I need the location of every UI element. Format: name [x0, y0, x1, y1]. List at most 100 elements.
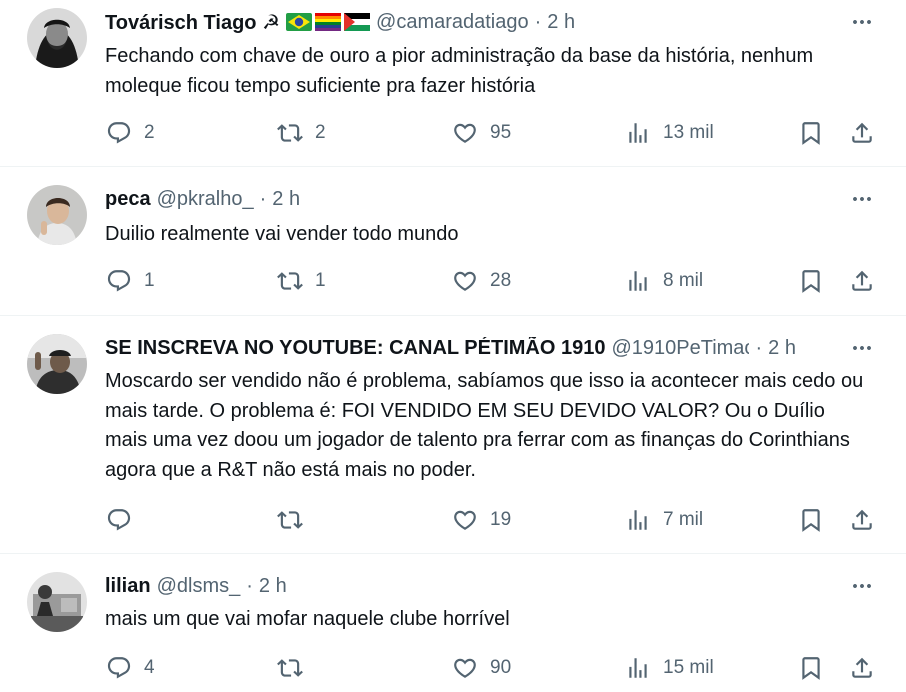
retweet-button[interactable]: [277, 505, 315, 535]
like-count: 95: [490, 122, 512, 143]
reply-icon: [106, 507, 132, 533]
display-name[interactable]: SE INSCREVA NO YOUTUBE: CANAL PÉTIMÃO 19…: [105, 337, 605, 360]
reply-icon: [106, 120, 132, 146]
retweet-count: 2: [315, 122, 326, 143]
share-icon: [849, 268, 875, 294]
avatar[interactable]: [27, 572, 87, 632]
view-count: 13 mil: [663, 122, 714, 143]
reply-count: 2: [144, 122, 155, 143]
bookmark-icon: [798, 120, 824, 146]
retweet-count: 1: [315, 270, 326, 291]
avatar-image: [27, 8, 87, 68]
view-count: 15 mil: [663, 657, 714, 678]
retweet-button[interactable]: 2: [277, 118, 326, 148]
tweet-text: Moscardo ser vendido não é problema, sab…: [105, 370, 864, 481]
like-button[interactable]: 90: [452, 653, 511, 683]
more-options-button[interactable]: [848, 8, 876, 36]
reply-icon: [106, 655, 132, 681]
user-handle[interactable]: @camaradatiago: [376, 11, 529, 34]
user-handle[interactable]: @dlsms_: [157, 575, 241, 598]
retweet-icon: [277, 507, 303, 533]
avatar-image: [27, 185, 87, 245]
share-button[interactable]: [849, 118, 875, 148]
views-chart-icon: [625, 655, 651, 681]
separator-dot: ·: [246, 574, 253, 597]
more-options-button[interactable]: [848, 185, 876, 213]
display-name[interactable]: lilian: [105, 575, 151, 598]
bookmark-button[interactable]: [798, 505, 824, 535]
more-dots-icon: [850, 10, 874, 34]
bookmark-icon: [798, 507, 824, 533]
heart-icon: [452, 655, 478, 681]
more-dots-icon: [850, 336, 874, 360]
share-icon: [849, 120, 875, 146]
tweet-actions: 2 2 95 13 mil: [0, 118, 906, 148]
bookmark-button[interactable]: [798, 266, 824, 296]
bookmark-icon: [798, 268, 824, 294]
more-options-button[interactable]: [848, 334, 876, 362]
separator-dot: ·: [259, 187, 267, 210]
more-dots-icon: [850, 187, 874, 211]
timestamp[interactable]: 2 h: [272, 188, 300, 211]
tweet-header: Továrisch Tiago ☭ @camaradatiago · 2 h: [105, 8, 846, 36]
separator-dot: ·: [755, 336, 763, 359]
timeline-feed: Továrisch Tiago ☭ @camaradatiago · 2 h F…: [0, 0, 906, 692]
views-button[interactable]: 7 mil: [625, 505, 703, 535]
share-icon: [849, 507, 875, 533]
like-button[interactable]: 95: [452, 118, 511, 148]
reply-button[interactable]: 4: [106, 653, 155, 683]
views-chart-icon: [625, 268, 651, 294]
like-button[interactable]: 19: [452, 505, 511, 535]
tweet[interactable]: Továrisch Tiago ☭ @camaradatiago · 2 h F…: [0, 0, 906, 167]
display-name[interactable]: Továrisch Tiago ☭: [105, 10, 280, 35]
reply-icon: [106, 268, 132, 294]
heart-icon: [452, 268, 478, 294]
rainbow-flag-icon: [315, 13, 342, 31]
display-name[interactable]: peca: [105, 188, 151, 211]
like-count: 28: [490, 270, 512, 291]
share-button[interactable]: [849, 653, 875, 683]
user-handle[interactable]: @pkralho_: [157, 188, 254, 211]
tweet-text: Fechando com chave de ouro a pior admini…: [105, 45, 814, 97]
retweet-button[interactable]: [277, 653, 315, 683]
avatar[interactable]: [27, 185, 87, 245]
like-count: 19: [490, 509, 512, 530]
reply-button[interactable]: [106, 505, 144, 535]
palestine-flag-icon: [344, 13, 371, 31]
retweet-icon: [277, 120, 303, 146]
avatar[interactable]: [27, 8, 87, 68]
like-button[interactable]: 28: [452, 266, 511, 296]
brazil-flag-icon: [286, 13, 313, 31]
tweet-header: SE INSCREVA NO YOUTUBE: CANAL PÉTIMÃO 19…: [105, 334, 846, 362]
tweet[interactable]: lilian @dlsms_ · 2 h mais um que vai mof…: [0, 554, 906, 692]
views-button[interactable]: 13 mil: [625, 118, 714, 148]
user-handle[interactable]: @1910PeTimao: [611, 337, 749, 360]
views-button[interactable]: 8 mil: [625, 266, 703, 296]
tweet[interactable]: SE INSCREVA NO YOUTUBE: CANAL PÉTIMÃO 19…: [0, 316, 906, 554]
timestamp[interactable]: 2 h: [768, 337, 796, 360]
avatar[interactable]: [27, 334, 87, 394]
bookmark-button[interactable]: [798, 653, 824, 683]
view-count: 7 mil: [663, 509, 704, 530]
tweet-text: Duilio realmente vai vender todo mundo: [105, 223, 459, 245]
timestamp[interactable]: 2 h: [547, 11, 575, 34]
avatar-image: [27, 572, 87, 632]
reply-button[interactable]: 1: [106, 266, 155, 296]
bookmark-icon: [798, 655, 824, 681]
share-button[interactable]: [849, 266, 875, 296]
tweet-header: lilian @dlsms_ · 2 h: [105, 572, 846, 600]
retweet-button[interactable]: 1: [277, 266, 326, 296]
name-emoji-flags: [286, 13, 371, 31]
bookmark-button[interactable]: [798, 118, 824, 148]
views-chart-icon: [625, 120, 651, 146]
heart-icon: [452, 507, 478, 533]
reply-button[interactable]: 2: [106, 118, 155, 148]
share-icon: [849, 655, 875, 681]
like-count: 90: [490, 657, 512, 678]
share-button[interactable]: [849, 505, 875, 535]
more-options-button[interactable]: [848, 572, 876, 600]
views-button[interactable]: 15 mil: [625, 653, 714, 683]
tweet[interactable]: peca @pkralho_ · 2 h Duilio realmente va…: [0, 167, 906, 316]
timestamp[interactable]: 2 h: [259, 575, 287, 598]
heart-icon: [452, 120, 478, 146]
